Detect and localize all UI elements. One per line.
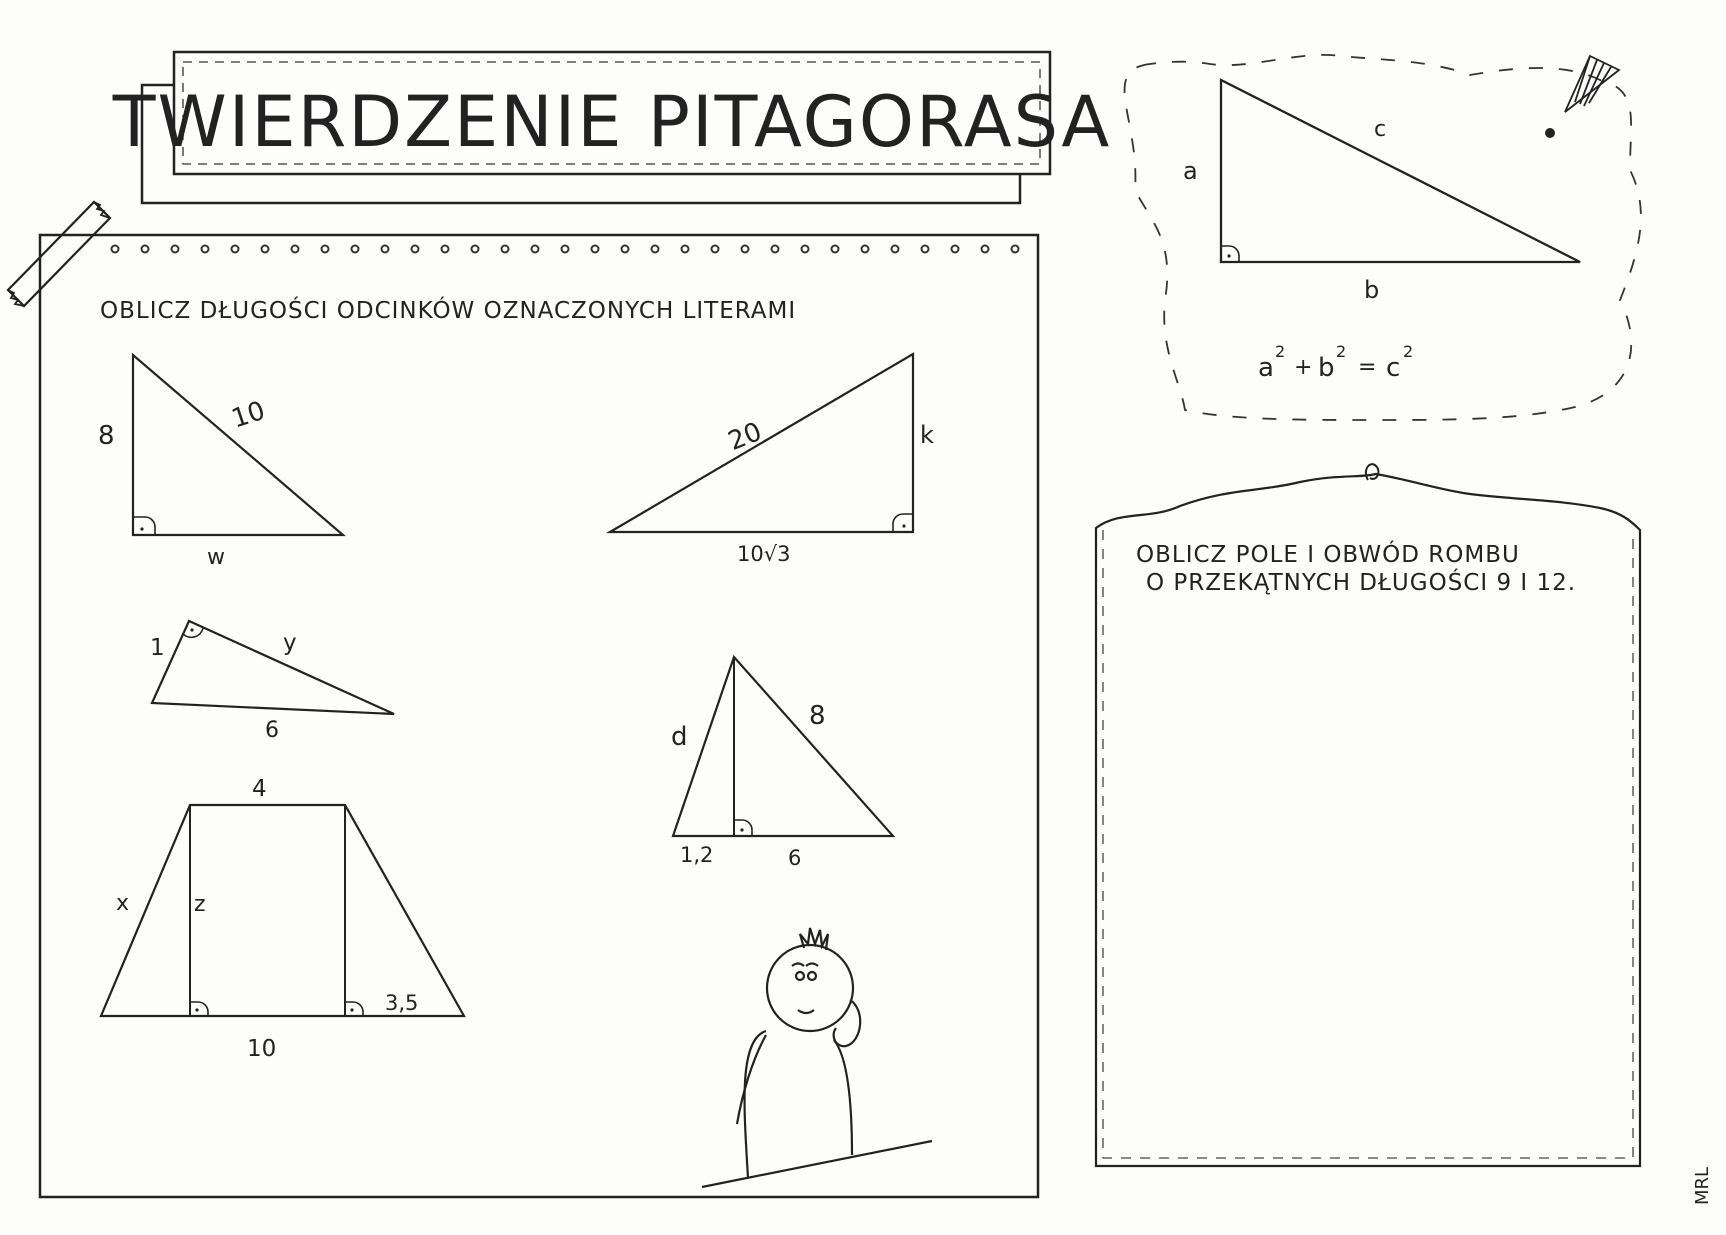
reference-triangle [1219,78,1581,264]
right-angle-mark [892,513,913,532]
reference-label-c: c [1374,117,1386,142]
right-panel: OBLICZ POLE I OBWÓD ROMBU O PRZEKĄTNYCH … [1094,463,1642,1168]
triangle-2-label-hypotenuse: 20 [724,417,766,457]
right-angle-mark [345,1001,364,1016]
ground-line [701,1139,933,1189]
triangle-3-label-short: 1 [150,635,165,661]
right-angle-mark [133,516,156,535]
task-line-1: OBLICZ POLE I OBWÓD ROMBU [1136,540,1520,568]
formula-equals: = [1358,355,1376,380]
cartoon-character [701,927,933,1189]
trapezoid-label-overhang: 3,5 [385,991,418,1015]
signature: MRL [1692,1167,1713,1205]
right-angle-mark [190,1001,209,1016]
formula-c: c [1386,353,1400,383]
plane-dot [1545,128,1555,138]
trapezoid-label-height: z [194,892,206,917]
trapezoid: 4 x z 3,5 10 [99,776,466,1062]
trapezoid-label-bottom: 10 [247,1036,276,1062]
cloud-outline [1123,54,1642,421]
triangle-4-label-left-base: 1,2 [680,843,713,867]
instruction-text: OBLICZ DŁUGOŚCI ODCINKÓW OZNACZONYCH LIT… [100,296,796,324]
triangle-1-label-vertical: 8 [98,421,115,451]
reference-label-a: a [1183,157,1198,185]
paper-plane-icon [1564,54,1621,113]
tape-strip [6,200,112,308]
triangle-2-label-base: 10√3 [737,542,790,566]
hanging-loop [1364,463,1380,481]
triangle-3-label-hypotenuse: 6 [265,718,279,743]
page-title: TWIERDZENIE PITAGORASA [112,81,1112,163]
triangle-1-label-hypotenuse: 10 [228,396,269,435]
triangle-2-label-vertical: k [920,421,934,449]
reference-label-b: b [1364,276,1379,304]
right-panel-stitch [1102,530,1634,1159]
triangle-3-label-long: y [283,630,297,656]
formula-plus: + [1294,355,1312,380]
triangle-4: d 8 1,2 6 [671,654,896,870]
formula-b: b [1318,353,1335,383]
triangle-1-label-base: w [207,545,225,570]
triangle-4-label-right: 8 [809,701,826,731]
trapezoid-label-slant: x [116,891,129,916]
thought-cloud: a c b a 2 + b 2 = c 2 [1123,54,1642,421]
character-head [765,943,855,1033]
worksheet-canvas: TWIERDZENIE PITAGORASA OBLICZ DŁUGOŚCI O… [6,50,1713,1205]
triangle-4-label-left: d [671,722,688,752]
triangle-2: 20 k 10√3 [605,352,934,566]
triangle-1: 8 10 w [98,352,346,570]
left-panel: OBLICZ DŁUGOŚCI ODCINKÓW OZNACZONYCH LIT… [38,233,1040,1199]
right-angle-mark [1221,245,1240,262]
triangle-4-label-right-base: 6 [788,846,801,870]
pythagorean-formula: a 2 + b 2 = c 2 [1258,342,1413,383]
triangle-3: 1 y 6 [150,619,395,743]
formula-a-exponent: 2 [1275,342,1285,361]
task-line-2: O PRZEKĄTNYCH DŁUGOŚCI 9 I 12. [1146,568,1576,596]
binder-holes [110,244,1020,254]
character-body-right [833,1039,854,1156]
formula-a: a [1258,353,1274,383]
formula-b-exponent: 2 [1336,342,1346,361]
right-angle-mark [734,819,753,836]
formula-c-exponent: 2 [1403,342,1413,361]
left-panel-frame [38,233,1040,1199]
trapezoid-label-top: 4 [252,776,267,802]
title-banner: TWIERDZENIE PITAGORASA [112,50,1112,205]
character-body-left [743,1029,767,1179]
